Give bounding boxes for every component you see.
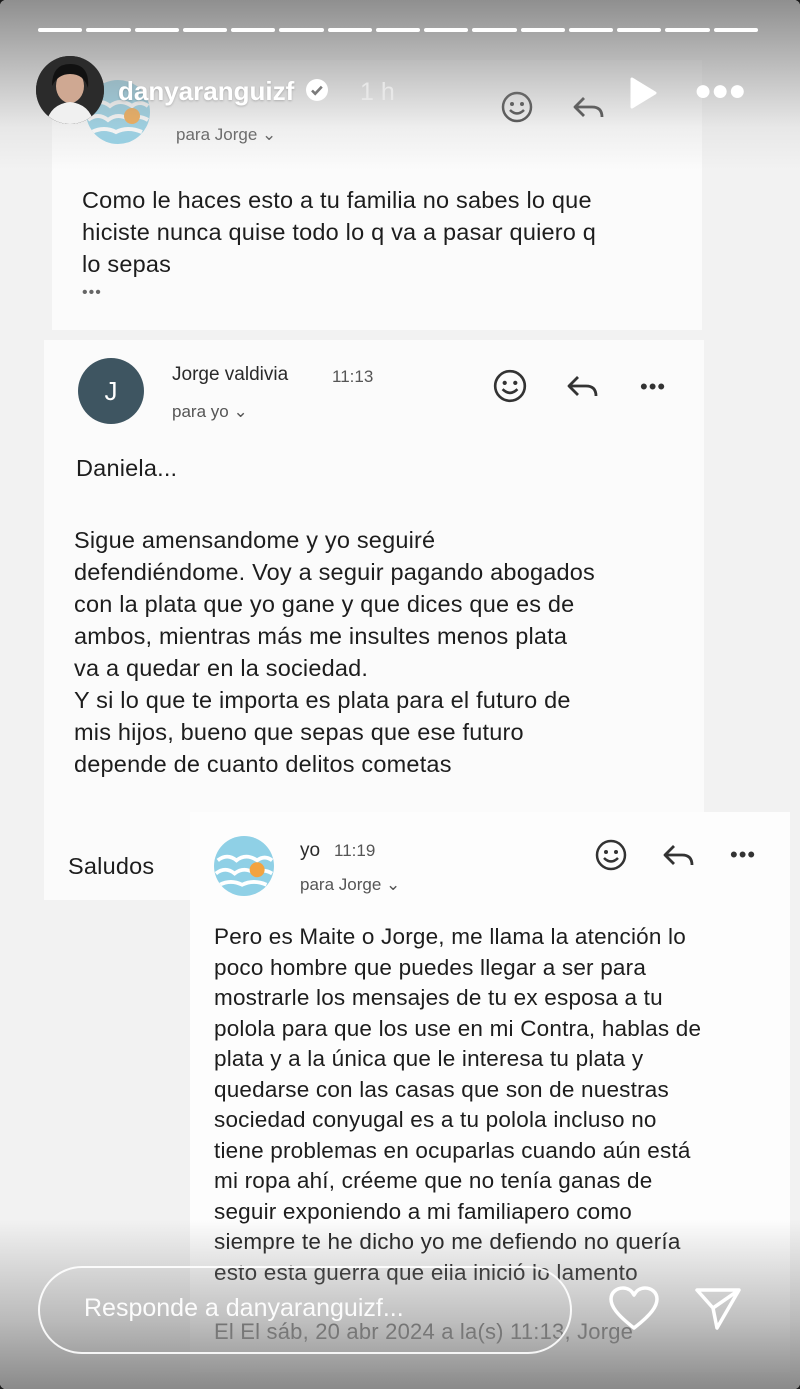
progress-segment bbox=[472, 28, 517, 32]
progress-segment bbox=[327, 28, 372, 32]
verified-badge-icon bbox=[306, 79, 329, 101]
progress-segment bbox=[86, 28, 131, 32]
more-icon[interactable]: ●●● bbox=[694, 74, 746, 108]
emoji-icon[interactable] bbox=[500, 90, 534, 124]
progress-segment bbox=[134, 28, 179, 32]
reply-input[interactable]: Responde a danyaranguizf... bbox=[38, 1266, 572, 1354]
email-time: 11:13 bbox=[332, 367, 374, 386]
progress-segment bbox=[424, 28, 469, 32]
chevron-down-icon: ⌄ bbox=[386, 875, 401, 894]
progress-segment bbox=[713, 28, 758, 32]
email-recipient[interactable]: para Jorge ⌄ bbox=[176, 125, 276, 145]
sender-avatar: J bbox=[78, 358, 144, 424]
reply-icon[interactable] bbox=[662, 842, 696, 870]
more-options-icon[interactable]: ••• bbox=[640, 374, 666, 400]
story-username[interactable]: danyaranguizf bbox=[118, 76, 329, 107]
email-signoff: Saludos bbox=[68, 853, 155, 879]
email-time: 11:19 bbox=[334, 841, 376, 860]
email-greeting: Daniela... bbox=[76, 455, 178, 481]
heart-icon[interactable] bbox=[608, 1286, 660, 1332]
email-recipient[interactable]: para Jorge ⌄ bbox=[300, 875, 400, 895]
chevron-down-icon: ⌄ bbox=[262, 125, 277, 144]
sender-name: yo bbox=[300, 840, 321, 861]
story-progress-bar bbox=[38, 28, 758, 32]
progress-segment bbox=[182, 28, 228, 32]
sender-avatar bbox=[214, 836, 274, 896]
progress-segment bbox=[617, 28, 662, 32]
sender-name: Jorge valdivia bbox=[172, 364, 289, 385]
progress-segment bbox=[520, 28, 565, 32]
email-body: Sigue amensandome y yo seguiré defendién… bbox=[74, 527, 595, 777]
send-icon[interactable] bbox=[694, 1286, 742, 1332]
reply-icon[interactable] bbox=[572, 94, 606, 122]
show-trimmed-content[interactable]: ••• bbox=[82, 284, 102, 302]
email-recipient[interactable]: para yo ⌄ bbox=[172, 402, 248, 422]
progress-segment bbox=[38, 28, 83, 32]
emoji-icon[interactable] bbox=[492, 368, 528, 404]
reply-placeholder: Responde a danyaranguizf... bbox=[84, 1294, 404, 1322]
email-body: Pero es Maite o Jorge, me llama la atenc… bbox=[214, 924, 702, 1285]
emoji-icon[interactable] bbox=[594, 838, 628, 872]
play-icon[interactable] bbox=[628, 76, 658, 110]
story-timestamp: 1 h bbox=[360, 78, 395, 106]
email-body: Como le haces esto a tu familia no sabes… bbox=[82, 187, 597, 277]
progress-segment bbox=[665, 28, 710, 32]
chevron-down-icon: ⌄ bbox=[233, 402, 248, 421]
reply-icon[interactable] bbox=[566, 373, 600, 401]
progress-segment bbox=[231, 28, 276, 32]
progress-segment bbox=[375, 28, 421, 32]
progress-segment bbox=[568, 28, 614, 32]
story-viewer: para Jorge ⌄ Como le haces esto a tu fam… bbox=[0, 0, 800, 1389]
more-options-icon[interactable]: ••• bbox=[730, 842, 756, 868]
progress-segment bbox=[279, 28, 324, 32]
profile-avatar[interactable] bbox=[36, 56, 104, 124]
